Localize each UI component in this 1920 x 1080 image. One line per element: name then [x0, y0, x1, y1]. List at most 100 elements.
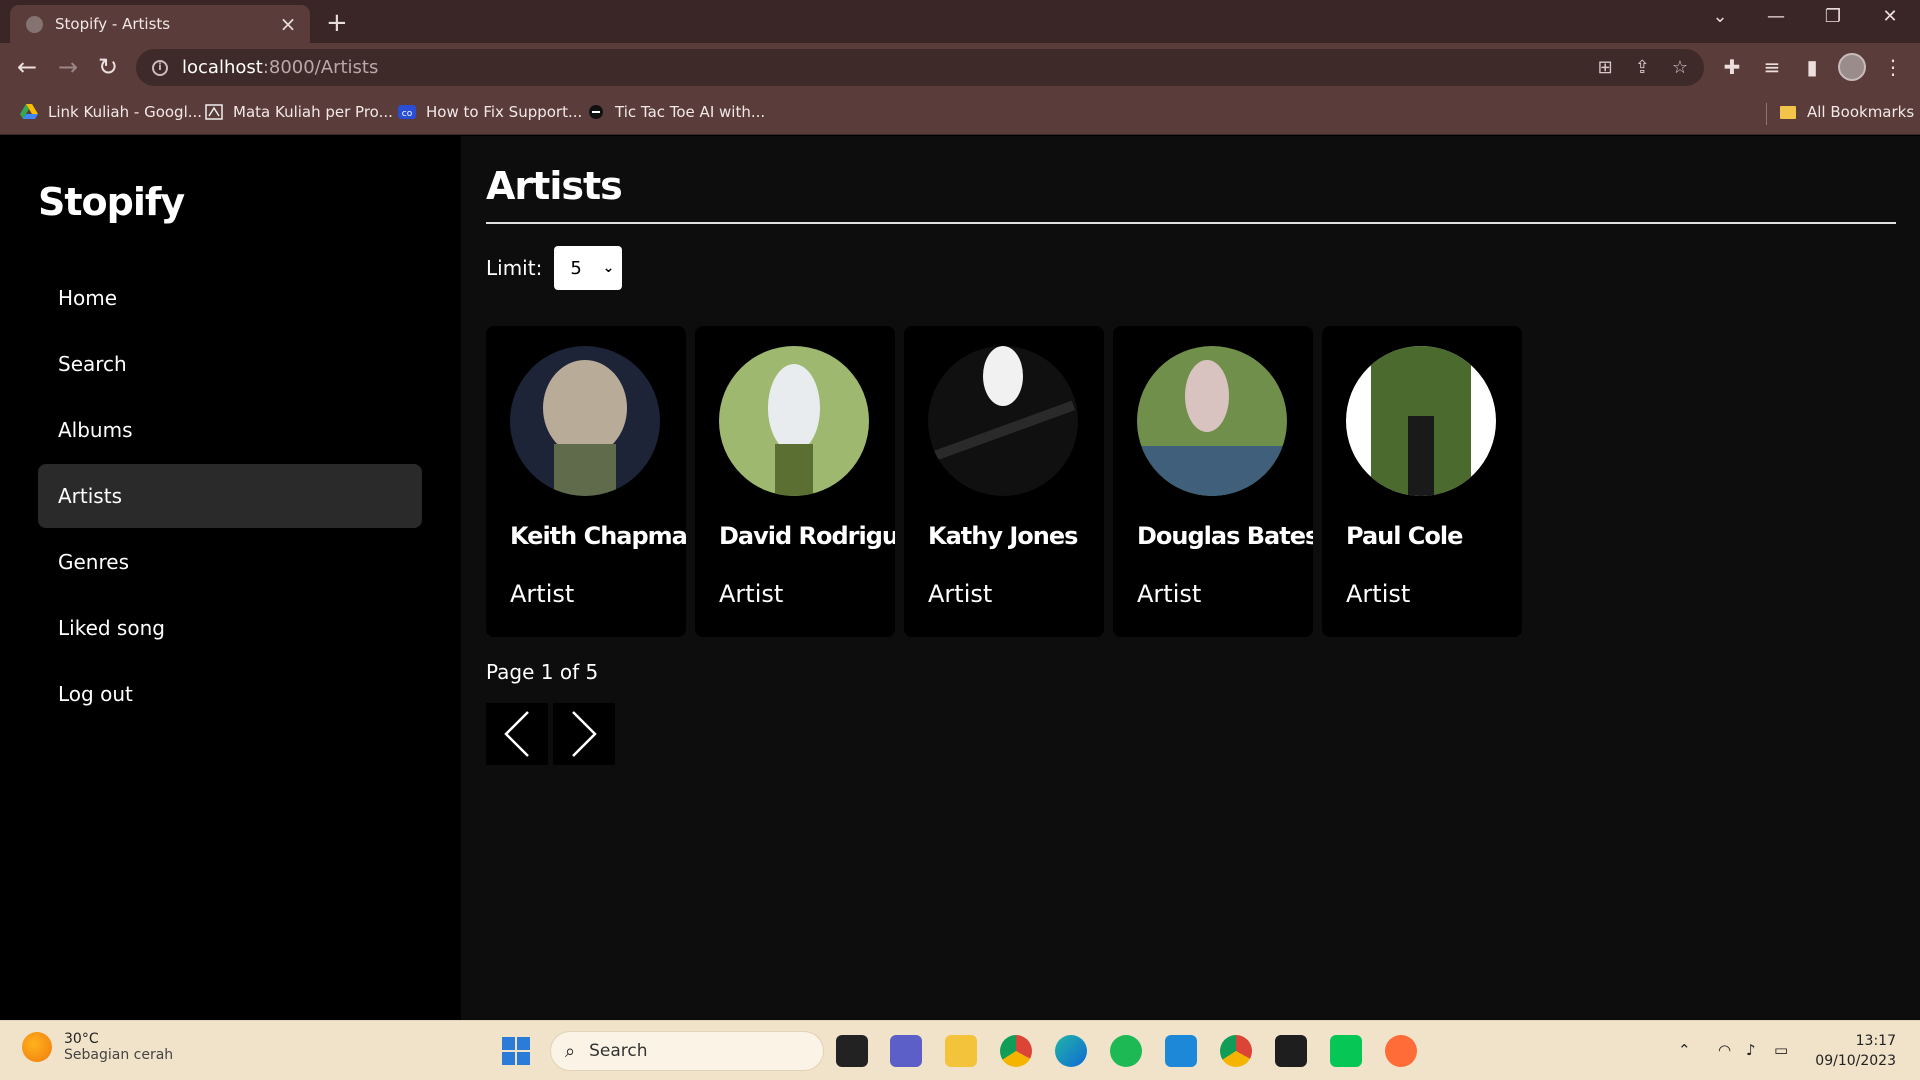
artist-role: Artist: [1346, 580, 1411, 608]
limit-value: 5: [570, 257, 582, 279]
bookmark-star-icon[interactable]: ☆: [1672, 57, 1688, 78]
artist-name: Kathy Jones: [928, 522, 1078, 550]
artist-name: Keith Chapman: [510, 522, 686, 550]
chevron-right-icon: [572, 711, 597, 757]
svg-text:co: co: [402, 109, 413, 119]
tictactoe-favicon-icon: [589, 105, 603, 119]
new-tab-icon[interactable]: +: [326, 8, 348, 38]
browser-toolbar: ← → ↻ i localhost:8000/Artists ⊞ ⇪ ☆ ✚ ≡…: [0, 43, 1920, 91]
postman-icon[interactable]: [1385, 1035, 1417, 1067]
system-clock[interactable]: 13:17 09/10/2023: [1815, 1031, 1896, 1071]
reload-icon[interactable]: ↻: [94, 53, 122, 81]
windows-start-icon[interactable]: [500, 1035, 532, 1067]
artist-avatar: [1346, 346, 1496, 496]
sidebar-item-albums[interactable]: Albums: [38, 398, 422, 462]
chevron-left-icon: [504, 711, 529, 757]
clock-date: 09/10/2023: [1815, 1053, 1896, 1069]
minimize-icon[interactable]: —: [1756, 6, 1796, 27]
sidebar-item-genres[interactable]: Genres: [38, 530, 422, 594]
menu-kebab-icon[interactable]: ⋮: [1880, 55, 1906, 79]
next-page-button[interactable]: [553, 703, 615, 765]
artist-card[interactable]: Keith Chapman Artist: [486, 326, 686, 637]
spotify-icon[interactable]: [1110, 1035, 1142, 1067]
chrome-icon[interactable]: [1000, 1035, 1032, 1067]
share-icon[interactable]: ⇪: [1635, 57, 1650, 78]
chrome-profile-icon[interactable]: [1220, 1035, 1252, 1067]
bookmark-favicon-icon: [205, 104, 223, 120]
limit-select[interactable]: 5 ⌄: [554, 246, 623, 290]
avatar-figure-top: [543, 360, 627, 456]
volume-icon[interactable]: ♪: [1746, 1041, 1756, 1059]
bookmark-item[interactable]: co How to Fix Support...: [398, 103, 582, 121]
tab-search-chevron-icon[interactable]: ⌄: [1700, 6, 1740, 27]
weather-sun-icon: [22, 1032, 52, 1062]
main-content: Artists Limit: 5 ⌄ Keith Chapman Artist …: [461, 136, 1920, 1020]
artist-card-list: Keith Chapman Artist David Rodriguez Art…: [486, 326, 1522, 637]
artist-avatar: [510, 346, 660, 496]
chevron-down-icon: ⌄: [602, 260, 615, 276]
artist-card[interactable]: David Rodriguez Artist: [695, 326, 895, 637]
url-path: :8000/Artists: [262, 57, 379, 78]
restore-icon[interactable]: ❐: [1813, 6, 1853, 27]
clock-time: 13:17: [1855, 1033, 1896, 1049]
title-divider: [486, 222, 1896, 224]
search-icon: ⌕: [565, 1040, 576, 1062]
sidebar-item-log-out[interactable]: Log out: [38, 662, 422, 726]
back-icon[interactable]: ←: [13, 53, 41, 81]
artist-avatar: [1137, 346, 1287, 496]
battery-icon[interactable]: ▭: [1774, 1041, 1788, 1059]
google-drive-icon: [20, 104, 38, 119]
sidebar-item-liked-song[interactable]: Liked song: [38, 596, 422, 660]
teams-icon[interactable]: [890, 1035, 922, 1067]
app-logo[interactable]: Stopify: [38, 180, 185, 224]
artist-card[interactable]: Douglas Bates Artist: [1113, 326, 1313, 637]
taskbar-search[interactable]: ⌕ Search: [550, 1031, 824, 1071]
page-indicator: Page 1 of 5: [486, 660, 599, 684]
close-tab-icon[interactable]: ×: [278, 12, 298, 36]
forward-icon[interactable]: →: [54, 53, 82, 81]
artist-card[interactable]: Paul Cole Artist: [1322, 326, 1522, 637]
edge-icon[interactable]: [1055, 1035, 1087, 1067]
co-favicon-icon: co: [398, 105, 416, 119]
site-info-icon[interactable]: i: [152, 59, 168, 76]
translate-icon[interactable]: ⊞: [1598, 57, 1613, 78]
media-control-icon[interactable]: ≡: [1759, 55, 1785, 79]
tab-title: Stopify - Artists: [55, 15, 171, 33]
sidebar-item-artists[interactable]: Artists: [38, 464, 422, 528]
limit-label: Limit:: [486, 256, 543, 280]
line-icon[interactable]: [1330, 1035, 1362, 1067]
bookmarks-bar: Link Kuliah - Googl... Mata Kuliah per P…: [0, 91, 1920, 135]
extensions-icon[interactable]: ✚: [1719, 55, 1745, 79]
bookmark-item[interactable]: Mata Kuliah per Pro...: [205, 103, 393, 121]
task-view-icon[interactable]: [836, 1035, 868, 1067]
artist-card[interactable]: Kathy Jones Artist: [904, 326, 1104, 637]
avatar-figure-bottom: [1408, 416, 1434, 496]
artist-role: Artist: [928, 580, 993, 608]
sidebar-item-home[interactable]: Home: [38, 266, 422, 330]
artist-role: Artist: [510, 580, 575, 608]
sidebar-nav: Home Search Albums Artists Genres Liked …: [38, 266, 422, 728]
bookmark-item[interactable]: Tic Tac Toe AI with...: [587, 103, 765, 121]
file-explorer-icon[interactable]: [945, 1035, 977, 1067]
weather-desc: Sebagian cerah: [64, 1047, 174, 1063]
side-panel-icon[interactable]: ▮: [1799, 55, 1825, 79]
close-window-icon[interactable]: ✕: [1870, 6, 1910, 27]
limit-control: Limit: 5 ⌄: [486, 246, 623, 290]
taskbar: 30°C Sebagian cerah ⌕ Search ⌃ ◠ ♪ ▭ 13:…: [0, 1020, 1920, 1080]
previous-page-button[interactable]: [486, 703, 548, 765]
wifi-icon[interactable]: ◠: [1718, 1041, 1731, 1059]
sidebar-item-search[interactable]: Search: [38, 332, 422, 396]
weather-widget[interactable]: 30°C Sebagian cerah: [22, 1031, 173, 1063]
address-bar[interactable]: i localhost:8000/Artists ⊞ ⇪ ☆: [136, 49, 1704, 86]
bookmark-item[interactable]: Link Kuliah - Googl...: [20, 103, 202, 121]
vscode-icon[interactable]: [1165, 1035, 1197, 1067]
artist-name: David Rodriguez: [719, 522, 895, 550]
all-bookmarks[interactable]: All Bookmarks: [1779, 103, 1914, 121]
profile-avatar[interactable]: [1838, 53, 1866, 81]
show-hidden-icons-icon[interactable]: ⌃: [1678, 1041, 1691, 1059]
artist-name: Paul Cole: [1346, 522, 1463, 550]
browser-tab-bar: Stopify - Artists × + ⌄ — ❐ ✕: [0, 0, 1920, 43]
sidebar: Stopify Home Search Albums Artists Genre…: [0, 136, 461, 1020]
terminal-icon[interactable]: [1275, 1035, 1307, 1067]
browser-tab[interactable]: Stopify - Artists ×: [10, 5, 310, 43]
